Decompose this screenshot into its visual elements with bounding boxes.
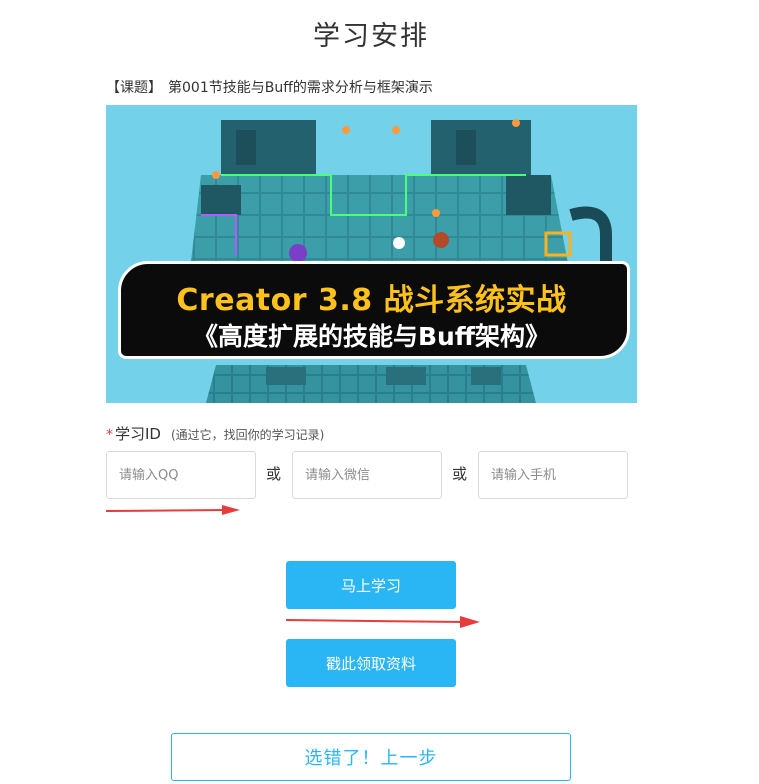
- banner-subheadline: 《高度扩展的技能与Buff架构》: [192, 322, 551, 351]
- study-id-label-row: * 学习ID (通过它，找回你的学习记录): [106, 423, 324, 444]
- study-id-hint: (通过它，找回你的学习记录): [170, 428, 325, 442]
- or-separator: 或: [452, 465, 468, 483]
- topic-tag: 【课题】: [106, 80, 162, 96]
- phone-input[interactable]: [478, 451, 628, 499]
- required-mark: *: [106, 427, 113, 443]
- study-id-label: 学习ID: [115, 425, 161, 443]
- topic-line: 【课题】 第001节技能与Buff的需求分析与框架演示: [106, 77, 433, 97]
- wechat-input[interactable]: [292, 451, 442, 499]
- course-banner-image: Creator 3.8 战斗系统实战 《高度扩展的技能与Buff架构》: [106, 105, 637, 403]
- page-title: 学习安排: [313, 21, 429, 52]
- topic-title: 第001节技能与Buff的需求分析与框架演示: [168, 80, 433, 96]
- annotation-arrow-icon: [285, 616, 480, 628]
- or-separator: 或: [266, 465, 282, 483]
- start-learning-button[interactable]: 马上学习: [286, 561, 456, 609]
- get-materials-button[interactable]: 戳此领取资料: [286, 639, 456, 687]
- annotation-arrow-icon: [105, 505, 240, 515]
- banner-headline: Creator 3.8 战斗系统实战: [176, 283, 567, 318]
- qq-input[interactable]: [106, 451, 256, 499]
- previous-step-button[interactable]: 选错了！上一步: [171, 733, 571, 781]
